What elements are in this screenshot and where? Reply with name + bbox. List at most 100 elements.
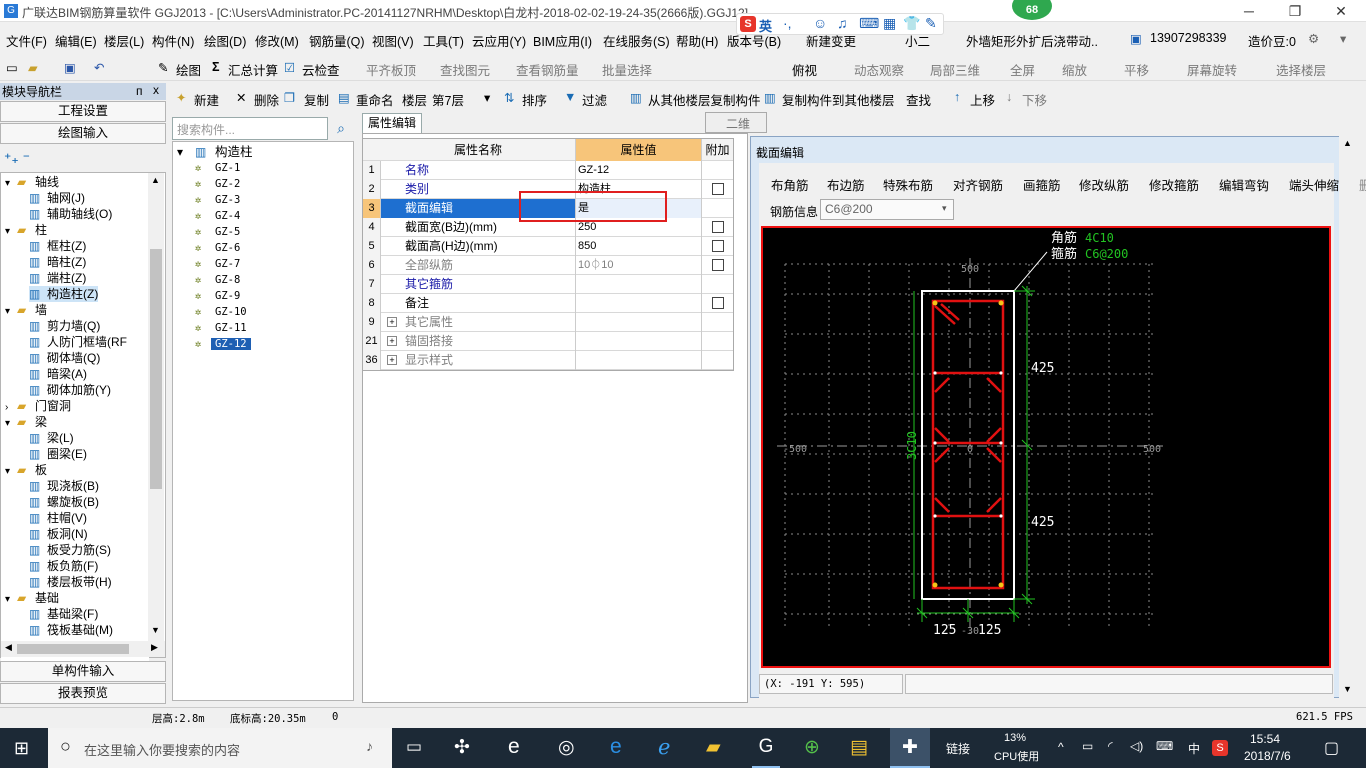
app-swirl-icon[interactable]: ◎: [558, 736, 575, 759]
scroll-right-icon[interactable]: ▶: [151, 642, 158, 653]
skin-icon[interactable]: 👕: [903, 15, 920, 32]
collapse-icon[interactable]: ▾: [5, 304, 17, 320]
nav-tree-item[interactable]: ▥ 剪力墙(Q): [29, 318, 100, 334]
menu-cloud[interactable]: 云应用(Y): [472, 31, 526, 50]
component-item[interactable]: ✲ GZ-11: [195, 320, 251, 336]
nav-tree-item[interactable]: ▥ 暗柱(Z): [29, 254, 86, 270]
batch-select-button[interactable]: 批量选择: [602, 60, 652, 79]
flush-slab-button[interactable]: 平齐板顶: [366, 60, 416, 79]
top-view-button[interactable]: 俯视: [792, 60, 817, 79]
collapse-icon[interactable]: ▾: [5, 224, 17, 240]
link-label[interactable]: 链接: [946, 740, 970, 757]
property-row[interactable]: 9 + 其它属性: [363, 313, 733, 332]
nav-tree-item[interactable]: ▥ 柱帽(V): [29, 510, 87, 526]
scroll-left-icon[interactable]: ◀: [5, 642, 12, 653]
orbit-button[interactable]: 动态观察: [854, 60, 904, 79]
section-tool-button[interactable]: 对齐钢筋: [953, 175, 1003, 194]
nav-tree-item[interactable]: ▥ 砌体墙(Q): [29, 350, 100, 366]
component-root[interactable]: 构造柱: [215, 144, 253, 160]
hscroll-thumb[interactable]: [17, 644, 129, 654]
menu-edit[interactable]: 编辑(E): [55, 31, 97, 50]
menu-bim[interactable]: BIM应用(I): [533, 31, 592, 50]
nav-tree-item[interactable]: ▥ 梁(L): [29, 430, 74, 446]
extra-checkbox[interactable]: [712, 221, 724, 233]
sogou-icon[interactable]: S: [740, 16, 756, 32]
new-file-icon[interactable]: ▭: [6, 60, 18, 75]
nav-tree-item[interactable]: ▥ 现浇板(B): [29, 478, 99, 494]
extra-checkbox[interactable]: [712, 259, 724, 271]
corner-bar[interactable]: [932, 300, 938, 306]
view-rebar-button[interactable]: 查看钢筋量: [516, 60, 579, 79]
score-badge[interactable]: 68: [1012, 0, 1052, 20]
property-value[interactable]: [576, 275, 702, 294]
nav-tree-item[interactable]: ▥ 构造柱(Z): [29, 286, 99, 302]
glodon-g-icon[interactable]: G: [752, 728, 780, 768]
notification-icon[interactable]: ▢: [1324, 738, 1339, 758]
component-item[interactable]: ✲ GZ-5: [195, 224, 244, 240]
rebar-info-dropdown-icon[interactable]: ▾: [942, 203, 947, 214]
section-tool-button[interactable]: 修改箍筋: [1149, 175, 1199, 194]
component-item[interactable]: ✲ GZ-9: [195, 288, 244, 304]
pin-icon[interactable]: ᴨ: [136, 84, 143, 98]
copy-from-floor-button[interactable]: 从其他楼层复制构件: [648, 90, 761, 109]
floor-select[interactable]: 第7层: [432, 90, 464, 109]
collapse-icon[interactable]: ▾: [5, 464, 17, 480]
nav-scrollbar[interactable]: ▲ ▼: [148, 173, 164, 641]
local-3d-button[interactable]: 局部三维: [930, 60, 980, 79]
property-row[interactable]: 7 其它箍筋: [363, 275, 733, 294]
collapse-icon[interactable]: ▾: [5, 176, 17, 192]
scroll-up-icon[interactable]: ▲: [151, 175, 160, 185]
volume-icon[interactable]: ◁): [1130, 739, 1143, 753]
nav-tree-item[interactable]: ▥ 框柱(Z): [29, 238, 86, 254]
nav-tree-item[interactable]: ▾ ▰ 墙: [5, 302, 47, 318]
minimize-button[interactable]: ─: [1226, 0, 1272, 22]
copy-button[interactable]: 复制: [304, 90, 329, 109]
draw-button[interactable]: 绘图: [176, 60, 201, 79]
nav-tree-item[interactable]: ▾ ▰ 基础: [5, 590, 59, 606]
pan-button[interactable]: 平移: [1124, 60, 1149, 79]
property-row[interactable]: 1 名称 GZ-12: [363, 161, 733, 180]
calc-button[interactable]: 汇总计算: [228, 60, 278, 79]
property-row[interactable]: 6 全部纵筋 10⏀10: [363, 256, 733, 275]
section-tool-button[interactable]: 端头伸缩: [1289, 175, 1339, 194]
find-button[interactable]: 查找: [906, 90, 931, 109]
nav-tree-item[interactable]: ▥ 基础梁(F): [29, 606, 98, 622]
side-bar[interactable]: [999, 514, 1003, 518]
extra-checkbox[interactable]: [712, 183, 724, 195]
save-icon[interactable]: ▣: [64, 60, 76, 75]
menu-tools[interactable]: 工具(T): [423, 31, 464, 50]
report-preview-button[interactable]: 报表预览: [0, 683, 166, 704]
nav-tree-item[interactable]: ▾ ▰ 板: [5, 462, 47, 478]
sort-button[interactable]: 排序: [522, 90, 547, 109]
draw-input-button[interactable]: 绘图输入: [0, 123, 166, 144]
new-button[interactable]: 新建: [194, 90, 219, 109]
select-floor-button[interactable]: 选择楼层: [1276, 60, 1326, 79]
nav-tree-item[interactable]: ▥ 砌体加筋(Y): [29, 382, 111, 398]
property-value[interactable]: [576, 351, 702, 370]
nav-tree-item[interactable]: ▾ ▰ 柱: [5, 222, 47, 238]
nav-hscrollbar[interactable]: ◀ ▶: [1, 641, 165, 657]
delete-button[interactable]: 删除: [254, 90, 279, 109]
nav-close-icon[interactable]: x: [153, 83, 159, 97]
tab-props[interactable]: 属性编辑: [362, 113, 422, 133]
rotate-button[interactable]: 屏幕旋转: [1187, 60, 1237, 79]
app-fan-icon[interactable]: ✣: [454, 736, 470, 759]
component-item[interactable]: ✲ GZ-2: [195, 176, 244, 192]
floor-dropdown-icon[interactable]: ▾: [484, 90, 490, 105]
component-item[interactable]: ✲ GZ-1: [195, 160, 244, 176]
component-item[interactable]: ✲ GZ-6: [195, 240, 244, 256]
rebar-info-select[interactable]: C6@200: [820, 199, 954, 220]
side-bar[interactable]: [933, 514, 937, 518]
undo-icon[interactable]: ↶: [94, 60, 104, 75]
mic-search-icon[interactable]: ♪: [366, 738, 373, 754]
user-icon[interactable]: ▣: [1130, 31, 1142, 46]
nav-tree-item[interactable]: ▥ 筏板基础(M): [29, 622, 113, 638]
move-up-button[interactable]: 上移: [970, 90, 995, 109]
property-value[interactable]: [576, 332, 702, 351]
component-item[interactable]: ✲ GZ-10: [195, 304, 251, 320]
menu-rebar[interactable]: 钢筋量(Q): [309, 31, 365, 50]
tray-up-icon[interactable]: ^: [1058, 740, 1064, 754]
notice-link[interactable]: 外墙矩形外扩后浇带动..: [966, 31, 1098, 50]
view-mode-select[interactable]: 二维: [705, 112, 767, 133]
copy-to-floor-button[interactable]: 复制构件到其他楼层: [782, 90, 895, 109]
